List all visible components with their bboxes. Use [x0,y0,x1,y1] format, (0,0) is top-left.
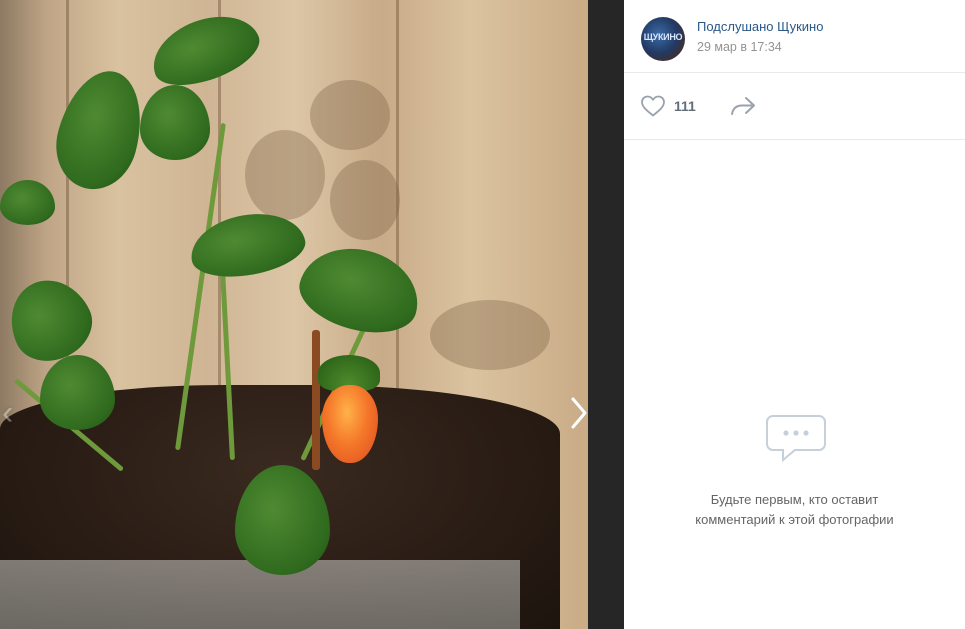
leaf [291,235,429,345]
leaf [45,61,155,199]
shadow-leaf [330,160,400,240]
photo[interactable] [0,0,588,629]
author-link[interactable]: Подслушано Щукино [697,19,823,34]
comments-icon [759,402,831,473]
leaf [143,2,267,98]
stake [312,330,320,470]
shadow-leaf [430,300,550,370]
comments-section: Будьте первым, кто оставит комментарий к… [624,140,965,629]
leaf [0,180,55,225]
post-header: ЩУКИНО Подслушано Щукино 29 мар в 17:34 [624,0,965,73]
like-count: 111 [674,98,696,114]
share-button[interactable] [729,95,757,122]
empty-comments-line: Будьте первым, кто оставит [710,492,879,507]
photo-sidebar: ЩУКИНО Подслушано Щукино 29 мар в 17:34 … [624,0,965,629]
avatar[interactable]: ЩУКИНО [641,17,685,61]
next-photo-button[interactable] [568,396,590,436]
post-actions: 111 [624,73,965,140]
leaf [40,355,115,430]
chevron-right-icon [571,397,587,429]
plant-tray [0,560,520,629]
shadow-leaf [245,130,325,220]
avatar-text: ЩУКИНО [643,32,683,42]
empty-comments-line: комментарий к этой фотографии [695,512,894,527]
photo-area: ‹ [0,0,624,629]
leaf [140,85,210,160]
empty-comments-message: Будьте первым, кто оставит комментарий к… [624,490,965,530]
share-arrow-icon [731,97,755,115]
previous-photo-button[interactable]: ‹ [2,396,13,430]
shadow-leaf [310,80,390,150]
photo-background [588,0,624,629]
post-date[interactable]: 29 мар в 17:34 [697,40,782,54]
heart-icon [641,95,665,117]
photo-viewer: ‹ ЩУКИНО Подслушано Щукино 29 мар в 17:3… [0,0,965,629]
like-button[interactable]: 111 [640,94,696,118]
